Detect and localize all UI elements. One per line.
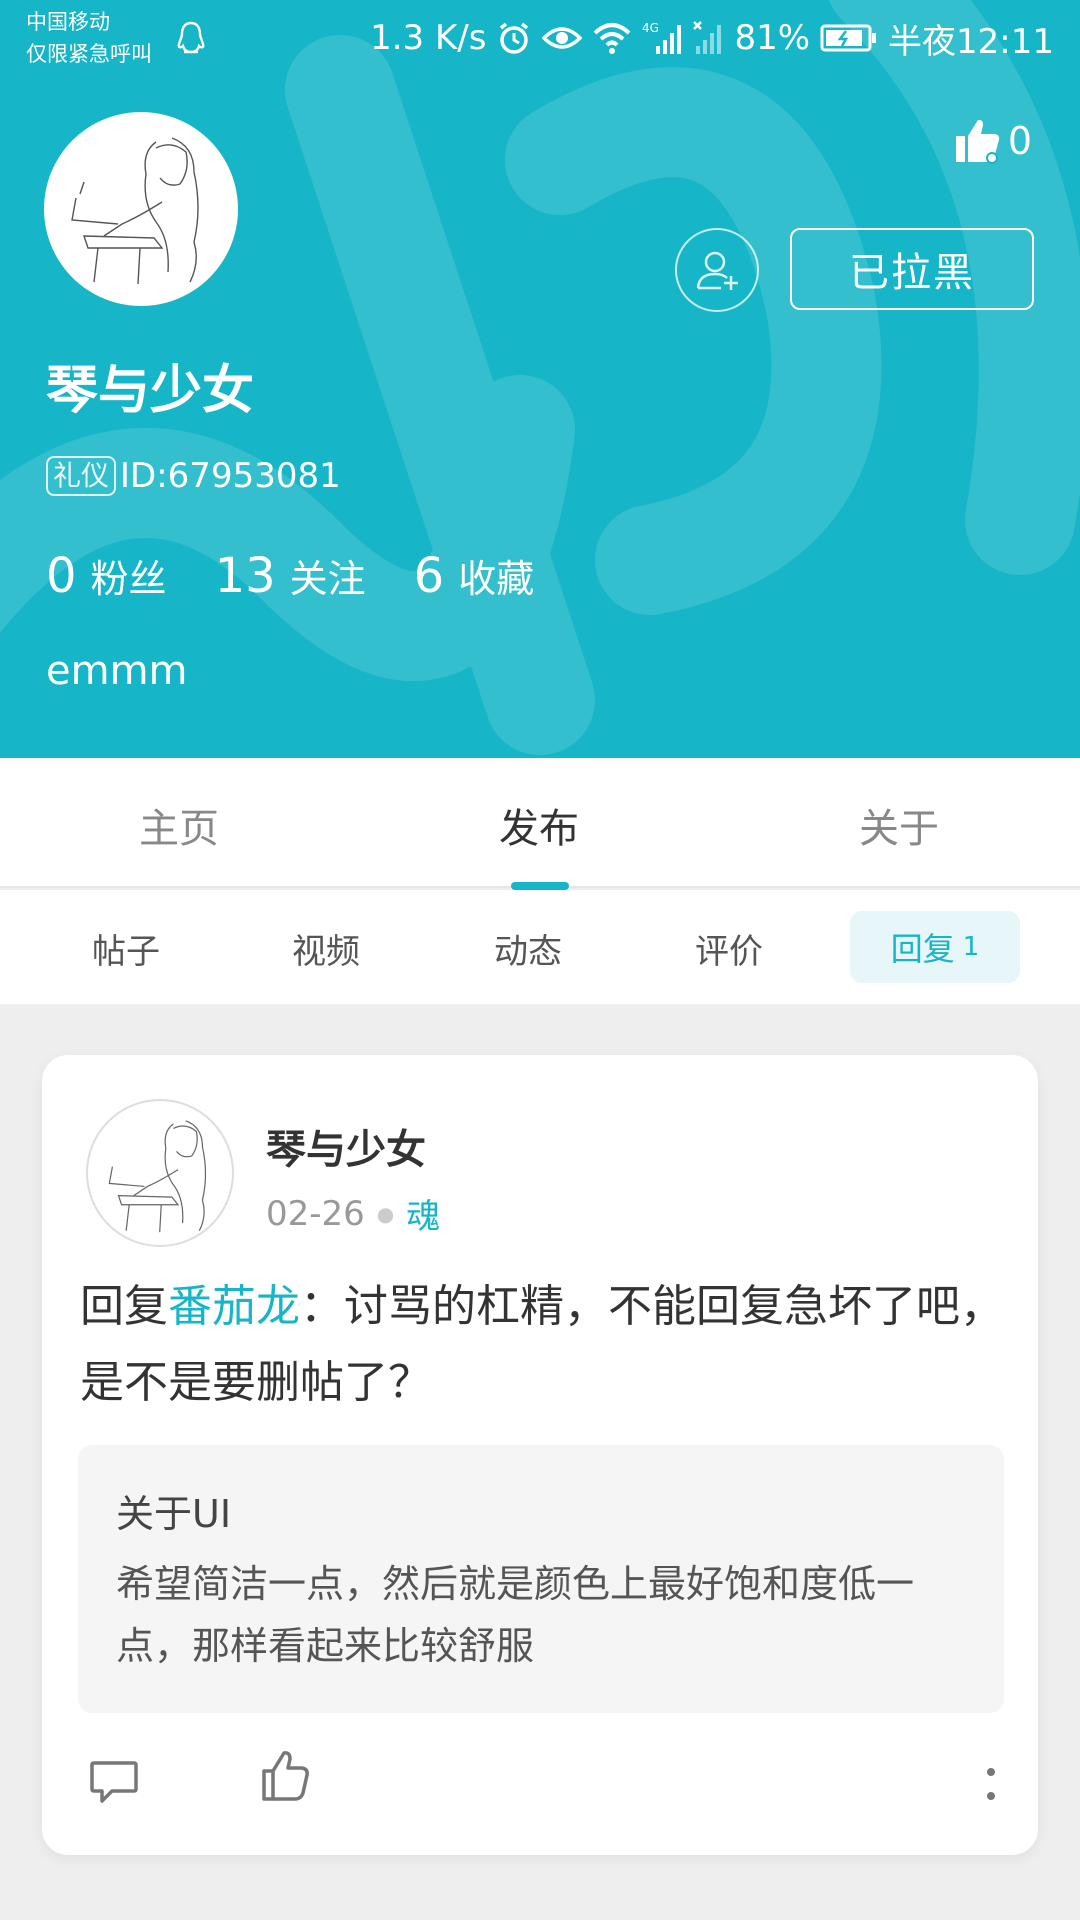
stat-label: 收藏 xyxy=(458,557,535,601)
active-tab-indicator xyxy=(511,882,569,890)
profile-header: 中国移动 仅限紧急呼叫 1.3 K/s 4G 81% 半夜12:11 0 已拉黑… xyxy=(0,0,1080,758)
tab-home[interactable]: 主页 xyxy=(139,796,219,854)
network-tag: 4G xyxy=(642,21,659,35)
signal-icon: 4G xyxy=(642,21,682,54)
network-speed: 1.3 K/s xyxy=(370,18,487,58)
more-vertical-icon[interactable] xyxy=(986,1767,996,1801)
meta-separator: ● xyxy=(376,1201,395,1226)
status-indicators: 1.3 K/s 4G 81% 半夜12:11 xyxy=(370,16,1054,62)
tab-posts[interactable]: 发布 xyxy=(499,796,579,854)
stat-label: 粉丝 xyxy=(90,557,167,601)
thumbs-up-icon xyxy=(955,119,999,164)
carrier-status: 仅限紧急呼叫 xyxy=(26,42,152,66)
like-icon[interactable] xyxy=(260,1749,312,1803)
stat-followers[interactable]: 0 粉丝 xyxy=(46,548,167,604)
subtab-replies[interactable]: 回复 1 xyxy=(850,911,1020,983)
stat-value: 0 xyxy=(46,548,77,604)
status-bar: 中国移动 仅限紧急呼叫 1.3 K/s 4G 81% 半夜12:11 xyxy=(0,0,1080,80)
add-friend-button[interactable] xyxy=(675,228,759,312)
qq-icon xyxy=(177,21,205,54)
mention-link[interactable]: 番茄龙 xyxy=(168,1281,300,1332)
subtab-replies-label: 回复 xyxy=(890,930,955,968)
post-category[interactable]: 魂 xyxy=(406,1189,440,1238)
tab-about[interactable]: 关于 xyxy=(859,796,939,854)
subtab-threads[interactable]: 帖子 xyxy=(92,924,160,973)
profile-stats: 0 粉丝 13 关注 6 收藏 xyxy=(46,548,582,604)
author-name[interactable]: 琴与少女 xyxy=(266,1117,426,1175)
reply-content[interactable]: 回复番茄龙：讨骂的杠精，不能回复急坏了吧，是不是要删帖了？ xyxy=(80,1269,1010,1421)
signal-icon-2 xyxy=(693,21,722,54)
user-id: ID:67953081 xyxy=(120,456,341,496)
alarm-icon xyxy=(500,22,529,54)
subtab-moments[interactable]: 动态 xyxy=(494,924,562,973)
likes-count: 0 xyxy=(1007,119,1032,163)
profile-avatar[interactable] xyxy=(44,112,238,306)
stat-value: 6 xyxy=(413,548,445,604)
post-meta: 02-26 ● 魂 xyxy=(266,1189,440,1238)
stat-value: 13 xyxy=(214,548,276,604)
avatar-drawing xyxy=(108,1120,207,1233)
user-badge: 礼仪 xyxy=(46,456,117,496)
comment-icon[interactable] xyxy=(88,1755,140,1807)
quoted-post[interactable]: 关于UI 希望简洁一点，然后就是颜色上最好饱和度低一点，那样看起来比较舒服 xyxy=(78,1445,1004,1713)
avatar-drawing xyxy=(71,137,199,285)
profile-bio: emmm xyxy=(46,648,188,694)
stat-label: 关注 xyxy=(289,557,366,601)
post-date: 02-26 xyxy=(266,1193,365,1234)
blocked-button[interactable]: 已拉黑 xyxy=(790,228,1034,310)
profile-name: 琴与少女 xyxy=(46,361,255,421)
stat-favorites[interactable]: 6 收藏 xyxy=(414,548,535,604)
reply-prefix: 回复 xyxy=(80,1281,168,1332)
main-tabs: 主页 发布 关于 xyxy=(0,758,1080,888)
battery-percent: 81% xyxy=(734,18,811,58)
clock: 半夜12:11 xyxy=(888,21,1054,62)
battery-icon xyxy=(820,24,877,52)
carrier-name: 中国移动 xyxy=(26,10,110,34)
profile-id-row: 礼仪 ID:67953081 xyxy=(46,456,341,496)
eye-icon xyxy=(542,27,583,49)
profile-likes[interactable]: 0 xyxy=(952,116,1032,166)
subtab-videos[interactable]: 视频 xyxy=(292,924,360,973)
wifi-icon xyxy=(594,23,631,54)
stat-following[interactable]: 13 关注 xyxy=(215,548,366,604)
author-avatar[interactable] xyxy=(86,1099,234,1247)
reply-card[interactable]: 琴与少女 02-26 ● 魂 回复番茄龙：讨骂的杠精，不能回复急坏了吧，是不是要… xyxy=(42,1055,1038,1855)
add-friend-icon xyxy=(696,251,738,290)
subtab-replies-count: 1 xyxy=(962,932,980,962)
quoted-title: 关于UI xyxy=(116,1492,232,1536)
subtab-reviews[interactable]: 评价 xyxy=(695,924,763,973)
quoted-body: 希望简洁一点，然后就是颜色上最好饱和度低一点，那样看起来比较舒服 xyxy=(116,1562,915,1668)
